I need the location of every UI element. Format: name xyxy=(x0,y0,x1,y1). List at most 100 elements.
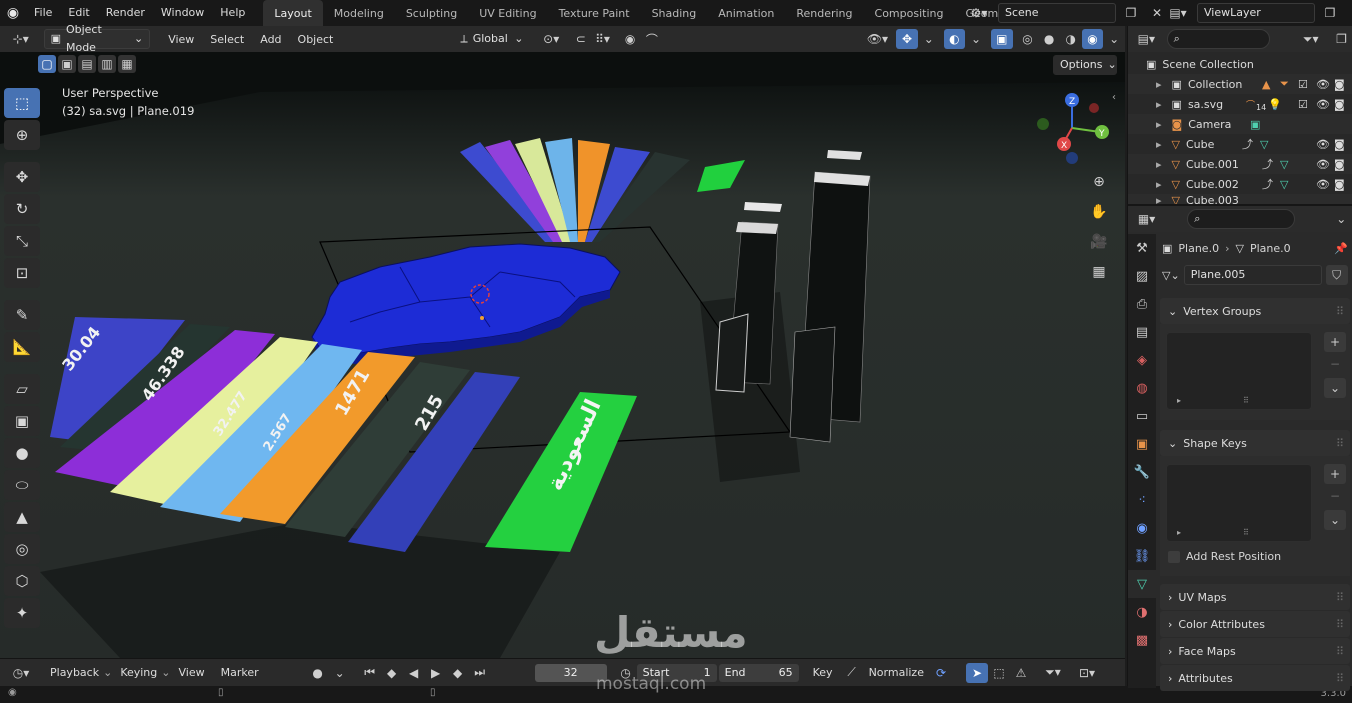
outliner-row-collection[interactable]: ▸ ▣ Collection ▲ ⏷ ☑ 👁 ◙ xyxy=(1128,74,1352,94)
tab-animation[interactable]: Animation xyxy=(707,0,785,26)
object-mode-dropdown[interactable]: ▣ Object Mode ⌄ xyxy=(43,23,151,54)
cursor-tool-icon[interactable]: ⊕ xyxy=(4,120,40,150)
pivot-point-icon[interactable]: ⊙▾ xyxy=(536,29,566,49)
eye-icon[interactable]: 👁 xyxy=(1316,138,1330,151)
vertex-groups-panel-header[interactable]: ⌄ Vertex Groups ⠿ xyxy=(1160,298,1350,324)
modifier-tab-icon[interactable]: 🔧 xyxy=(1128,458,1156,486)
play-icon[interactable]: ▶ xyxy=(425,663,447,683)
list-expand-icon[interactable]: ▸ xyxy=(1177,528,1181,537)
gizmo-toggle-icon[interactable]: ✥ xyxy=(896,29,918,49)
add-cube-tool-icon[interactable]: ▣ xyxy=(4,406,40,436)
3d-viewport[interactable]: 30.04 46.338 32.477 2.567 1471 215 السعو… xyxy=(0,52,1125,658)
jump-start-icon[interactable]: ⏮ xyxy=(359,663,381,683)
annotate-tool-icon[interactable]: ✎ xyxy=(4,300,40,330)
select-box-tool-icon[interactable]: ⬚ xyxy=(4,88,40,118)
normalize-toggle[interactable]: Normalize xyxy=(863,666,930,679)
fake-user-icon[interactable]: ⛉ xyxy=(1325,265,1348,285)
outliner-row-sa-svg[interactable]: ▸ ▣ sa.svg ⌒ 14 💡 ☑ 👁 ◙ xyxy=(1128,94,1352,114)
key-menu[interactable]: Key xyxy=(805,666,841,679)
properties-editor-icon[interactable]: ▦▾ xyxy=(1132,209,1161,229)
drag-handle-icon[interactable]: ⠿ xyxy=(1336,645,1344,658)
outliner-filter-icon[interactable]: ⏷▾ xyxy=(1296,29,1325,49)
transform-orientation-dropdown[interactable]: ⟂ Global ⌄ xyxy=(453,29,531,49)
material-tab-icon[interactable]: ◑ xyxy=(1128,598,1156,626)
new-collection-icon[interactable]: ❐ xyxy=(1331,29,1352,49)
filter-icon[interactable]: ⏷▾ xyxy=(1038,663,1068,683)
eye-icon[interactable]: 👁 xyxy=(1316,78,1330,91)
shading-options-icon[interactable]: ⌄ xyxy=(1103,29,1125,49)
list-resize-icon[interactable]: ⠿ xyxy=(1243,396,1249,405)
scene-tab-icon[interactable]: ◈ xyxy=(1128,346,1156,374)
end-frame-field[interactable]: End 65 xyxy=(718,663,799,682)
add-cylinder-tool-icon[interactable]: ⬭ xyxy=(4,470,40,500)
solid-shading-icon[interactable]: ● xyxy=(1038,29,1060,49)
view-layer-field[interactable]: ViewLayer xyxy=(1197,3,1315,23)
visibility-icon[interactable]: 👁▾ xyxy=(863,29,893,49)
outliner-row-cube-001[interactable]: ▸ ▽ Cube.001 ⤴ ▽ 👁 ◙ xyxy=(1128,154,1352,174)
falloff-icon[interactable]: ⌒ xyxy=(641,29,663,49)
tab-modeling[interactable]: Modeling xyxy=(323,0,395,26)
add-shape-tool-icon[interactable]: ⬡ xyxy=(4,566,40,596)
menu-marker[interactable]: Marker xyxy=(213,666,267,679)
face-maps-panel-header[interactable]: › Face Maps ⠿ xyxy=(1160,638,1350,664)
shape-keys-list[interactable]: ▸ ⠿ xyxy=(1166,464,1312,542)
add-rest-position-checkbox[interactable] xyxy=(1168,550,1180,563)
menu-file[interactable]: File xyxy=(26,0,60,26)
world-tab-icon[interactable]: ◍ xyxy=(1128,374,1156,402)
warning-icon[interactable]: ⚠ xyxy=(1010,663,1032,683)
eye-icon[interactable]: 👁 xyxy=(1316,178,1330,191)
xray-toggle-icon[interactable]: ▣ xyxy=(990,29,1013,49)
select-new-icon[interactable]: ▢ xyxy=(38,55,56,73)
uv-maps-panel-header[interactable]: › UV Maps ⠿ xyxy=(1160,584,1350,610)
camera-icon[interactable]: ◙ xyxy=(1334,178,1345,191)
overlay-options-icon[interactable]: ⌄ xyxy=(965,29,987,49)
scene-name-field[interactable]: Scene xyxy=(998,3,1116,23)
add-vertex-group-icon[interactable]: + xyxy=(1324,332,1346,352)
select-tool-icon[interactable]: ➤ xyxy=(965,662,988,683)
transform-tool-icon[interactable]: ⊡ xyxy=(4,258,40,288)
proportional-editing-icon[interactable]: ◉ xyxy=(619,29,641,49)
menu-keying[interactable]: Keying xyxy=(112,666,165,679)
menu-object[interactable]: Object xyxy=(290,33,342,46)
list-expand-icon[interactable]: ▸ xyxy=(1177,396,1181,405)
select-invert-icon[interactable]: ▥ xyxy=(98,55,116,73)
overlay-toggle-icon[interactable]: ◐ xyxy=(943,29,966,49)
camera-icon[interactable]: ◙ xyxy=(1334,78,1345,91)
outliner-row-scene-collection[interactable]: ▣ Scene Collection xyxy=(1128,54,1352,74)
new-view-layer-icon[interactable]: ❐ xyxy=(1319,3,1341,23)
perspective-toggle-icon[interactable]: ▦ xyxy=(1087,260,1111,284)
new-scene-icon[interactable]: ❐ xyxy=(1120,3,1142,23)
tab-shading[interactable]: Shading xyxy=(641,0,708,26)
remove-vertex-group-icon[interactable]: − xyxy=(1324,354,1346,374)
tab-texture-paint[interactable]: Texture Paint xyxy=(548,0,641,26)
output-tab-icon[interactable]: ⎙ xyxy=(1128,290,1156,318)
camera-icon[interactable]: ◙ xyxy=(1334,158,1345,171)
snap-target-icon[interactable]: ⠿▾ xyxy=(592,29,614,49)
pan-hand-icon[interactable]: ✋ xyxy=(1087,200,1111,224)
drag-handle-icon[interactable]: ⠿ xyxy=(1336,437,1344,450)
timeline-editor-icon[interactable]: ◷▾ xyxy=(6,663,36,683)
render-tab-icon[interactable]: ▨ xyxy=(1128,262,1156,290)
color-attributes-panel-header[interactable]: › Color Attributes ⠿ xyxy=(1160,611,1350,637)
outliner-row-cube[interactable]: ▸ ▽ Cube ⤴ ▽ 👁 ◙ xyxy=(1128,134,1352,154)
mesh-data-icon[interactable]: ▽⌄ xyxy=(1162,269,1180,282)
view-layer-icon[interactable]: ▤▾ xyxy=(1163,3,1193,23)
tab-sculpting[interactable]: Sculpting xyxy=(395,0,468,26)
eye-icon[interactable]: 👁 xyxy=(1316,158,1330,171)
attributes-panel-header[interactable]: › Attributes ⠿ xyxy=(1160,665,1350,691)
tab-uv-editing[interactable]: UV Editing xyxy=(468,0,547,26)
mesh-data-tab-icon[interactable]: ▽ xyxy=(1128,570,1156,598)
drag-handle-icon[interactable]: ⠿ xyxy=(1336,591,1344,604)
next-keyframe-icon[interactable]: ◆ xyxy=(447,663,469,683)
add-sphere-tool-icon[interactable]: ● xyxy=(4,438,40,468)
gizmo-options-icon[interactable]: ⌄ xyxy=(918,29,940,49)
menu-select[interactable]: Select xyxy=(202,33,252,46)
tab-layout[interactable]: Layout xyxy=(263,0,323,26)
texture-tab-icon[interactable]: ▩ xyxy=(1128,626,1156,654)
tool-tab-icon[interactable]: ⚒ xyxy=(1128,234,1156,262)
add-plane-tool-icon[interactable]: ▱ xyxy=(4,374,40,404)
add-cone-tool-icon[interactable]: ▲ xyxy=(4,502,40,532)
constraints-tab-icon[interactable]: ⛓ xyxy=(1128,542,1156,570)
outliner-search-input[interactable]: ⌕ xyxy=(1166,29,1271,49)
menu-add[interactable]: Add xyxy=(252,33,289,46)
